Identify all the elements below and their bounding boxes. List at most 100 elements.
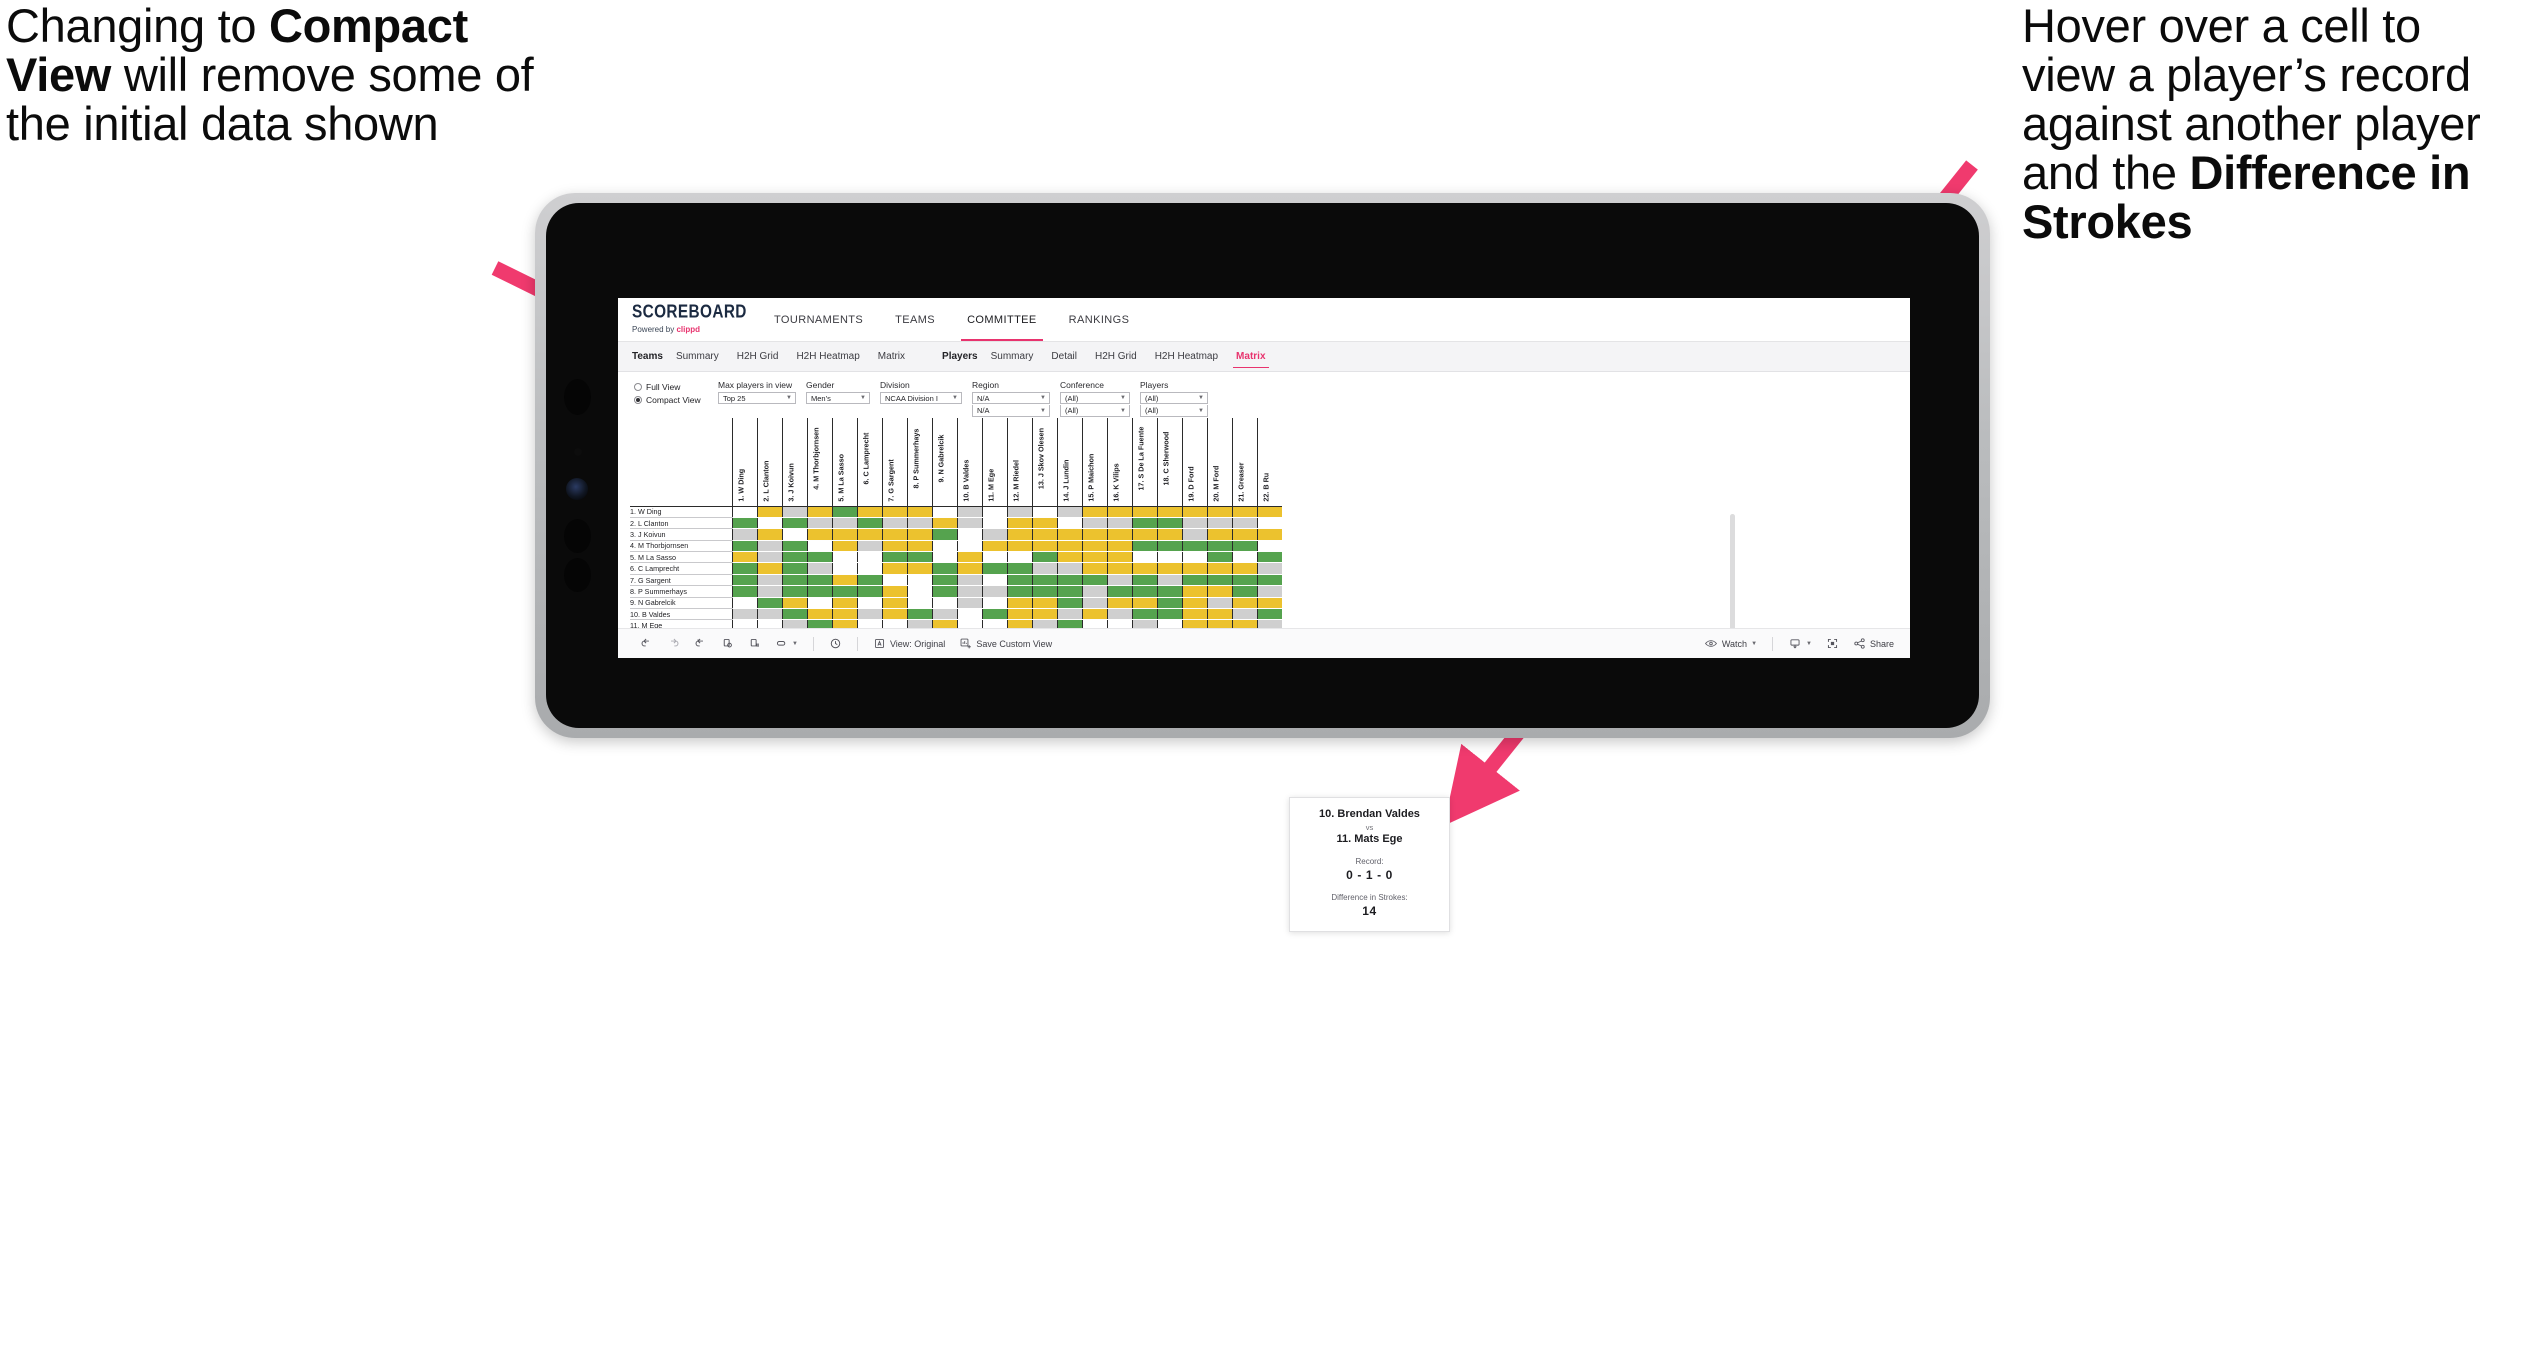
matrix-cell[interactable]: [906, 528, 932, 541]
matrix-cell[interactable]: [1256, 506, 1282, 518]
matrix-cell[interactable]: [1056, 597, 1082, 610]
matrix-cell[interactable]: [1056, 517, 1082, 530]
undo-button[interactable]: [634, 634, 659, 654]
matrix-cell[interactable]: [831, 506, 857, 518]
matrix-cell[interactable]: [1231, 506, 1257, 518]
matrix-cell[interactable]: [981, 528, 1007, 541]
matrix-cell[interactable]: [956, 506, 982, 518]
matrix-cell[interactable]: [1231, 528, 1257, 541]
matrix-cell[interactable]: [981, 608, 1007, 621]
matrix-cell[interactable]: [981, 506, 1007, 518]
matrix-cell[interactable]: [1156, 597, 1182, 610]
filter-players-select-2[interactable]: (All) ▼: [1140, 405, 1208, 417]
history-button[interactable]: [823, 634, 848, 654]
matrix-cell[interactable]: [806, 506, 832, 518]
matrix-cell[interactable]: [981, 562, 1007, 575]
matrix-cell[interactable]: [1081, 540, 1107, 553]
matrix-cell[interactable]: [1031, 517, 1057, 530]
matrix-cell[interactable]: [781, 551, 807, 564]
matrix-cell[interactable]: [1181, 506, 1207, 518]
matrix-cell[interactable]: [1181, 585, 1207, 598]
matrix-cell[interactable]: [881, 608, 907, 621]
matrix-cell[interactable]: [1131, 574, 1157, 587]
matrix-cell[interactable]: [781, 585, 807, 598]
subtab-players-h2h-grid[interactable]: H2H Grid: [1086, 342, 1146, 371]
matrix-cell[interactable]: [1231, 574, 1257, 587]
matrix-cell[interactable]: [1156, 551, 1182, 564]
subtab-teams-matrix[interactable]: Matrix: [869, 342, 914, 371]
matrix-cell[interactable]: [1131, 517, 1157, 530]
matrix-cell[interactable]: [956, 585, 982, 598]
subtab-players-h2h-heatmap[interactable]: H2H Heatmap: [1146, 342, 1227, 371]
matrix-cell[interactable]: [1206, 562, 1232, 575]
matrix-cell[interactable]: [806, 574, 832, 587]
filter-conference-select-1[interactable]: (All) ▼: [1060, 392, 1130, 404]
matrix-cell[interactable]: [756, 517, 782, 530]
matrix-cell[interactable]: [881, 562, 907, 575]
matrix-cell[interactable]: [1231, 562, 1257, 575]
redo-button[interactable]: [661, 634, 686, 654]
matrix-cell[interactable]: [1081, 528, 1107, 541]
matrix-cell[interactable]: [756, 506, 782, 518]
revert-button[interactable]: [688, 634, 713, 654]
matrix-cell[interactable]: [806, 608, 832, 621]
matrix-cell[interactable]: [1206, 517, 1232, 530]
matrix-cell[interactable]: [1181, 597, 1207, 610]
nav-tournaments[interactable]: TOURNAMENTS: [758, 298, 879, 341]
matrix-cell[interactable]: [1106, 585, 1132, 598]
matrix-cell[interactable]: [1031, 562, 1057, 575]
nav-teams[interactable]: TEAMS: [879, 298, 951, 341]
matrix-cell[interactable]: [1106, 608, 1132, 621]
presentation-button[interactable]: ▼: [769, 634, 804, 654]
matrix-cell[interactable]: [981, 597, 1007, 610]
matrix-cell[interactable]: [1081, 608, 1107, 621]
matrix-cell[interactable]: [1256, 585, 1282, 598]
matrix-cell[interactable]: [731, 506, 757, 518]
matrix-cell[interactable]: [756, 574, 782, 587]
matrix-cell[interactable]: [856, 528, 882, 541]
matrix-cell[interactable]: [1056, 585, 1082, 598]
fullscreen-button[interactable]: [1820, 634, 1845, 654]
matrix-cell[interactable]: [1256, 597, 1282, 610]
matrix-cell[interactable]: [1081, 562, 1107, 575]
matrix-cell[interactable]: [1006, 597, 1032, 610]
matrix-cell[interactable]: [1106, 528, 1132, 541]
filter-region-select-1[interactable]: N/A ▼: [972, 392, 1050, 404]
matrix-cell[interactable]: [981, 540, 1007, 553]
matrix-cell[interactable]: [856, 597, 882, 610]
matrix-cell[interactable]: [1031, 528, 1057, 541]
matrix-cell[interactable]: [781, 562, 807, 575]
matrix-cell[interactable]: [931, 574, 957, 587]
matrix-cell[interactable]: [1106, 540, 1132, 553]
matrix-cell[interactable]: [781, 608, 807, 621]
matrix-cell[interactable]: [1056, 528, 1082, 541]
matrix-cell[interactable]: [956, 528, 982, 541]
matrix-cell[interactable]: [781, 574, 807, 587]
matrix-cell[interactable]: [931, 597, 957, 610]
matrix-cell[interactable]: [1056, 574, 1082, 587]
matrix-cell[interactable]: [1031, 597, 1057, 610]
matrix-cell[interactable]: [756, 528, 782, 541]
matrix-cell[interactable]: [906, 517, 932, 530]
matrix-cell[interactable]: [1056, 506, 1082, 518]
refresh-button[interactable]: [715, 634, 740, 654]
matrix-cell[interactable]: [1206, 585, 1232, 598]
matrix-cell[interactable]: [956, 597, 982, 610]
matrix-cell[interactable]: [956, 562, 982, 575]
matrix-cell[interactable]: [1106, 506, 1132, 518]
subtab-teams-summary[interactable]: Summary: [667, 342, 728, 371]
pause-button[interactable]: [742, 634, 767, 654]
view-original-button[interactable]: View: Original: [867, 634, 951, 654]
matrix-cell[interactable]: [1006, 540, 1032, 553]
matrix-cell[interactable]: [1031, 608, 1057, 621]
nav-committee[interactable]: COMMITTEE: [951, 298, 1053, 341]
filter-division-select[interactable]: NCAA Division I ▼: [880, 392, 962, 404]
matrix-cell[interactable]: [1131, 540, 1157, 553]
matrix-cell[interactable]: [1231, 540, 1257, 553]
matrix-cell[interactable]: [1156, 540, 1182, 553]
matrix-cell[interactable]: [806, 517, 832, 530]
matrix-cell[interactable]: [1231, 517, 1257, 530]
matrix-cell[interactable]: [731, 585, 757, 598]
matrix-cell[interactable]: [1256, 528, 1282, 541]
matrix-cell[interactable]: [906, 506, 932, 518]
